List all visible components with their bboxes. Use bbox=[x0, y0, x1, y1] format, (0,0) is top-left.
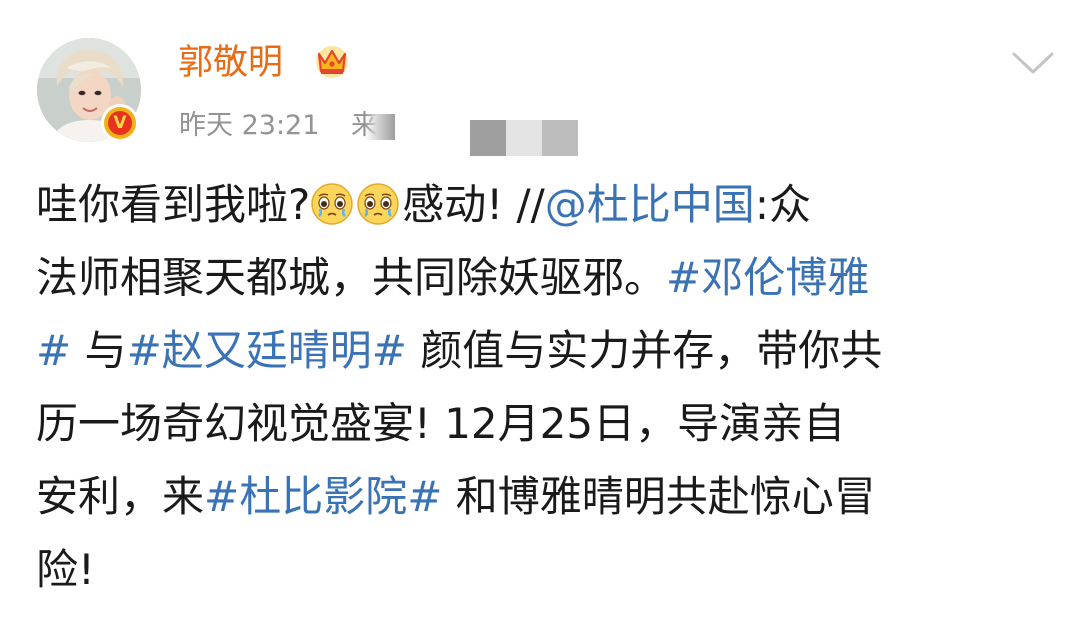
post-line: 法师相聚天都城，共同除妖驱邪。#邓伦博雅 bbox=[36, 241, 1051, 314]
post-line: 历一场奇幻视觉盛宴! 12月25日，导演亲自 bbox=[36, 387, 1051, 460]
post-text: 颜值与实力并存，带你共 bbox=[406, 326, 883, 375]
hashtag-link[interactable]: #赵又廷晴明# bbox=[127, 326, 407, 375]
post-line: 险! bbox=[36, 533, 1051, 606]
post-text: 与 bbox=[71, 326, 127, 375]
post-line: 哇你看到我啦? 感动! //@杜比中国:众 bbox=[36, 168, 1051, 241]
source-blur bbox=[365, 114, 395, 140]
post-text: 和博雅晴明共赴惊心冒 bbox=[442, 472, 876, 521]
post-line: # 与#赵又廷晴明# 颜值与实力并存，带你共 bbox=[36, 314, 1051, 387]
post-text: 险! bbox=[36, 545, 95, 594]
post-text: :众 bbox=[754, 180, 811, 229]
tearful-pleading-emoji bbox=[357, 183, 400, 225]
verified-badge-icon: V bbox=[101, 104, 139, 142]
tearful-pleading-emoji bbox=[311, 183, 354, 225]
username[interactable]: 郭敬明 bbox=[178, 40, 283, 86]
hashtag-link[interactable]: #邓伦博雅 bbox=[666, 253, 869, 302]
post-content: 哇你看到我啦? 感动! //@杜比中国:众 法师相聚天都城，共同除妖驱邪。#邓伦博… bbox=[36, 168, 1051, 606]
post-text: 历一场奇幻视觉盛宴! 12月25日，导演亲自 bbox=[36, 399, 846, 448]
hashtag-link[interactable]: #杜比影院# bbox=[204, 472, 442, 521]
mention-link[interactable]: @杜比中国 bbox=[545, 180, 755, 229]
mosaic-blur bbox=[470, 120, 578, 156]
weibo-post: V 郭敬明 昨天 23:21 来 哇你看到我啦?感动! //@杜比中国:众 法师… bbox=[0, 0, 1080, 644]
post-time: 昨天 23:21 bbox=[179, 110, 320, 141]
chevron-down-icon[interactable] bbox=[1011, 50, 1055, 76]
verified-mark: V bbox=[108, 111, 132, 135]
post-text: 安利，来 bbox=[36, 472, 205, 521]
post-text: 法师相聚天都城，共同除妖驱邪。 bbox=[36, 253, 667, 302]
hashtag-link[interactable]: # bbox=[36, 326, 71, 375]
post-text: 哇你看到我啦? bbox=[36, 180, 311, 229]
crown-icon bbox=[316, 46, 348, 78]
post-text: 感动! // bbox=[402, 180, 545, 229]
post-line: 安利，来#杜比影院# 和博雅晴明共赴惊心冒 bbox=[36, 460, 1051, 533]
